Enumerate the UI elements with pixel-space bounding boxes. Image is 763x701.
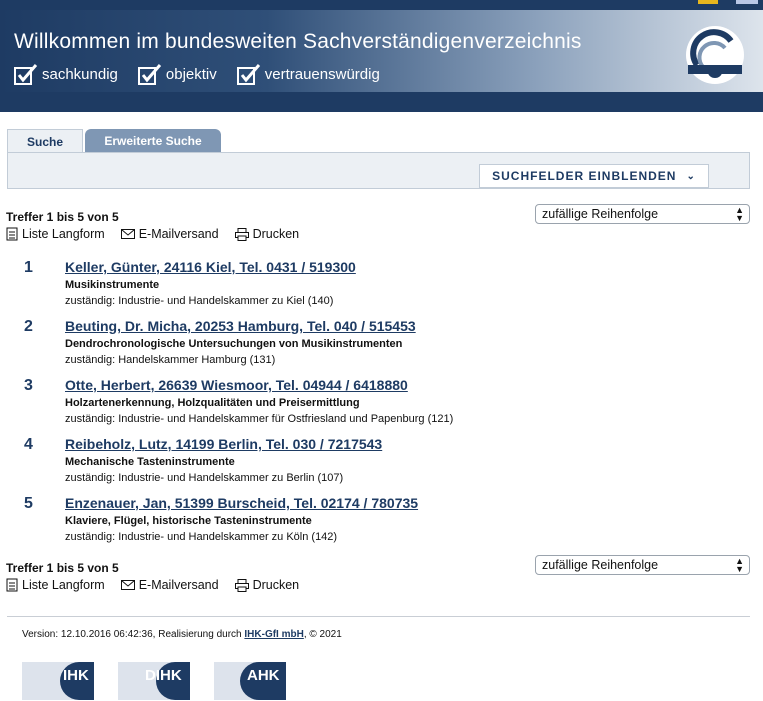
version-info: Version: 12.10.2016 06:42:36, Realisieru…: [22, 629, 342, 640]
result-responsible: zuständig: Industrie- und Handelskammer …: [65, 413, 454, 425]
copyright-text: , © 2021: [303, 629, 342, 640]
claim-sachkundig: sachkundig: [14, 63, 118, 85]
result-number: 3: [24, 377, 33, 394]
email-label: E-Mailversand: [138, 227, 219, 241]
result-subject: Musikinstrumente: [65, 279, 160, 291]
result-actions: Liste Langform E-Mailversand Drucken: [6, 227, 315, 241]
ihk-logo-label: IHK: [63, 667, 89, 684]
select-arrows-icon: ▲ ▼: [735, 556, 744, 574]
ihk-logo[interactable]: IHK: [22, 662, 94, 700]
claim-vertrauenswuerdig: vertrauenswürdig: [236, 63, 380, 85]
result-number: 2: [24, 318, 33, 335]
sort-value: zufällige Reihenfolge: [542, 558, 659, 572]
print-button[interactable]: Drucken: [234, 578, 300, 592]
welcome-title: Willkommen im bundesweiten Sachverständi…: [14, 30, 582, 53]
envelope-icon: [120, 580, 135, 590]
dihk-logo[interactable]: DIHK: [118, 662, 190, 700]
header-bottom-bar: [0, 92, 763, 112]
sort-select[interactable]: zufällige Reihenfolge ▲ ▼: [535, 555, 750, 575]
top-strip: [0, 0, 763, 10]
tab-suche[interactable]: Suche: [7, 129, 83, 153]
list-item: 1 Keller, Günter, 24116 Kiel, Tel. 0431 …: [24, 258, 724, 317]
print-button[interactable]: Drucken: [234, 227, 300, 241]
claim-label: objektiv: [165, 65, 217, 83]
claims: sachkundig objektiv vertrauenswürdig: [14, 63, 380, 85]
list-longform-label: Liste Langform: [22, 227, 105, 241]
claim-label: sachkundig: [42, 65, 118, 83]
result-title-link[interactable]: Reibeholz, Lutz, 14199 Berlin, Tel. 030 …: [65, 436, 382, 452]
result-count: Treffer 1 bis 5 von 5: [6, 561, 119, 575]
tab-erweiterte-suche[interactable]: Erweiterte Suche: [85, 129, 221, 153]
claim-label: vertrauenswürdig: [264, 65, 380, 83]
result-actions: Liste Langform E-Mailversand Drucken: [6, 578, 315, 592]
ahk-logo-label: AHK: [247, 667, 280, 684]
document-icon: [6, 578, 18, 592]
list-longform-button[interactable]: Liste Langform: [6, 227, 105, 241]
chevron-down-icon: ⌄: [686, 170, 696, 182]
list-longform-button[interactable]: Liste Langform: [6, 578, 105, 592]
search-tabs: Suche Erweiterte Suche: [7, 129, 221, 153]
language-de-flag-icon[interactable]: [698, 0, 718, 4]
ahk-logo[interactable]: AHK: [214, 662, 286, 700]
print-label: Drucken: [252, 578, 300, 592]
checkbox-tick-icon: [137, 64, 162, 85]
email-label: E-Mailversand: [138, 578, 219, 592]
list-item: 4 Reibeholz, Lutz, 14199 Berlin, Tel. 03…: [24, 435, 724, 494]
result-count: Treffer 1 bis 5 von 5: [6, 210, 119, 224]
version-text: Version: 12.10.2016 06:42:36, Realisieru…: [22, 629, 245, 640]
company-link[interactable]: IHK-GfI mbH: [244, 629, 303, 640]
list-item: 5 Enzenauer, Jan, 51399 Burscheid, Tel. …: [24, 494, 724, 553]
show-search-fields-button[interactable]: SUCHFELDER EINBLENDEN ⌄: [479, 164, 709, 188]
list-item: 2 Beuting, Dr. Micha, 20253 Hamburg, Tel…: [24, 317, 724, 376]
language-en-flag-icon[interactable]: [736, 0, 758, 4]
result-title-link[interactable]: Keller, Günter, 24116 Kiel, Tel. 0431 / …: [65, 259, 356, 275]
print-label: Drucken: [252, 227, 300, 241]
list-item: 3 Otte, Herbert, 26639 Wiesmoor, Tel. 04…: [24, 376, 724, 435]
result-title-link[interactable]: Enzenauer, Jan, 51399 Burscheid, Tel. 02…: [65, 495, 418, 511]
result-subject: Klaviere, Flügel, historische Tasteninst…: [65, 515, 312, 527]
result-responsible: zuständig: Industrie- und Handelskammer …: [65, 295, 334, 307]
sort-value: zufällige Reihenfolge: [542, 207, 659, 221]
result-responsible: zuständig: Industrie- und Handelskammer …: [65, 531, 338, 543]
result-responsible: zuständig: Handelskammer Hamburg (131): [65, 354, 276, 366]
checkbox-tick-icon: [14, 64, 38, 85]
list-longform-label: Liste Langform: [22, 578, 105, 592]
result-subject: Dendrochronologische Untersuchungen von …: [65, 338, 403, 350]
document-icon: [6, 227, 18, 241]
result-number: 4: [24, 436, 33, 453]
show-search-fields-label: SUCHFELDER EINBLENDEN: [492, 169, 677, 183]
result-title-link[interactable]: Otte, Herbert, 26639 Wiesmoor, Tel. 0494…: [65, 377, 408, 393]
printer-icon: [234, 227, 249, 241]
printer-icon: [234, 578, 249, 592]
envelope-icon: [120, 229, 135, 239]
sort-select[interactable]: zufällige Reihenfolge ▲ ▼: [535, 204, 750, 224]
results-list: 1 Keller, Günter, 24116 Kiel, Tel. 0431 …: [24, 258, 724, 553]
result-subject: Mechanische Tasteninstrumente: [65, 456, 235, 468]
email-button[interactable]: E-Mailversand: [120, 227, 219, 241]
eye-logo-icon: [686, 26, 744, 84]
result-responsible: zuständig: Industrie- und Handelskammer …: [65, 472, 344, 484]
checkbox-tick-icon: [236, 64, 260, 85]
result-title-link[interactable]: Beuting, Dr. Micha, 20253 Hamburg, Tel. …: [65, 318, 416, 334]
result-number: 1: [24, 259, 33, 276]
footer-divider: [7, 616, 750, 617]
email-button[interactable]: E-Mailversand: [120, 578, 219, 592]
result-number: 5: [24, 495, 33, 512]
result-subject: Holzartenerkennung, Holzqualitäten und P…: [65, 397, 360, 409]
select-arrows-icon: ▲ ▼: [735, 205, 744, 223]
dihk-logo-label: DIHK: [145, 667, 182, 684]
claim-objektiv: objektiv: [137, 63, 217, 85]
